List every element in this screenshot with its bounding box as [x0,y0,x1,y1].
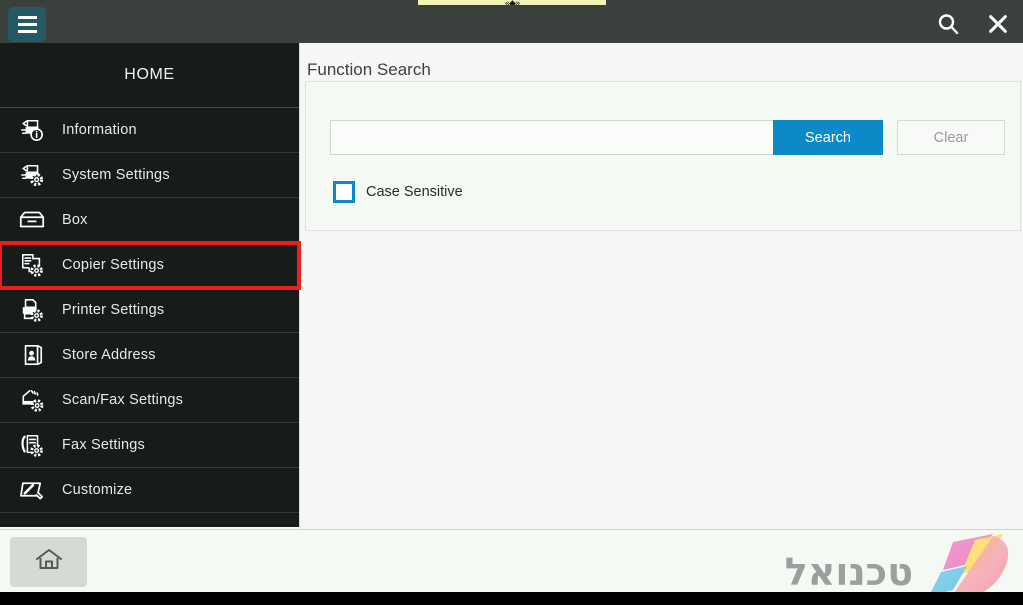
sidebar-title: HOME [0,43,299,108]
sidebar-item-label: Box [62,212,88,228]
sidebar-item-store-address[interactable]: Store Address [0,333,299,378]
home-icon [34,547,64,578]
sidebar-item-box[interactable]: Box [0,198,299,243]
sidebar-item-scan-fax-settings[interactable]: Scan/Fax Settings [0,378,299,423]
brand-name: טכנואל [784,549,913,594]
page-title: Function Search [307,60,431,79]
search-icon[interactable] [935,11,961,37]
clear-button[interactable]: Clear [897,120,1005,155]
inbox-tray-icon [12,203,52,237]
sidebar-item-printer-settings[interactable]: Printer Settings [0,288,299,333]
sidebar-item-label: System Settings [62,167,170,183]
sidebar-item-fax-settings[interactable]: Fax Settings [0,423,299,468]
bottom-bar: טכנואל [0,529,1023,600]
copier-gear-icon [12,248,52,282]
sidebar-item-customize[interactable]: Customize [0,468,299,513]
pencil-edit-icon [12,473,52,507]
sidebar-item-label: Customize [62,482,133,498]
sidebar-item-system-settings[interactable]: System Settings [0,153,299,198]
sidebar-item-label: Fax Settings [62,437,145,453]
sidebar: HOME Information System Settings Box Cop… [0,43,301,527]
case-sensitive-checkbox[interactable] [333,181,355,203]
printer-info-icon [12,113,52,147]
sidebar-item-label: Printer Settings [62,302,165,318]
close-icon[interactable] [985,11,1011,37]
sidebar-item-label: Scan/Fax Settings [62,392,184,408]
printer-gear-icon [12,158,52,192]
hamburger-menu-button[interactable] [8,7,46,42]
fax-gear-icon [12,428,52,462]
function-search-panel: Search Clear Case Sensitive [305,81,1021,231]
address-book-icon [12,338,52,372]
hamburger-line [17,23,37,26]
printer-panel-screen: «◆» HOME [0,0,1023,605]
sidebar-item-information[interactable]: Information [0,108,299,153]
home-button[interactable] [10,537,87,587]
top-bar [0,5,1023,43]
sidebar-item-label: Information [62,122,137,138]
sidebar-item-copier-settings[interactable]: Copier Settings [0,241,301,290]
hamburger-line [17,30,37,33]
case-sensitive-label: Case Sensitive [366,184,463,200]
bottom-black-strip [0,592,1023,605]
case-sensitive-row[interactable]: Case Sensitive [333,181,463,203]
search-input[interactable] [330,120,773,155]
main-content: Function Search Search Clear Case Sensit… [299,43,1023,529]
sidebar-item-label: Store Address [62,347,156,363]
sidebar-item-label: Copier Settings [62,257,165,273]
printer-page-gear-icon [12,293,52,327]
scanner-gear-icon [12,383,52,417]
hamburger-line [17,16,37,19]
top-bar-actions [935,5,1011,43]
search-button[interactable]: Search [773,120,883,155]
search-row: Search Clear [330,120,1005,155]
